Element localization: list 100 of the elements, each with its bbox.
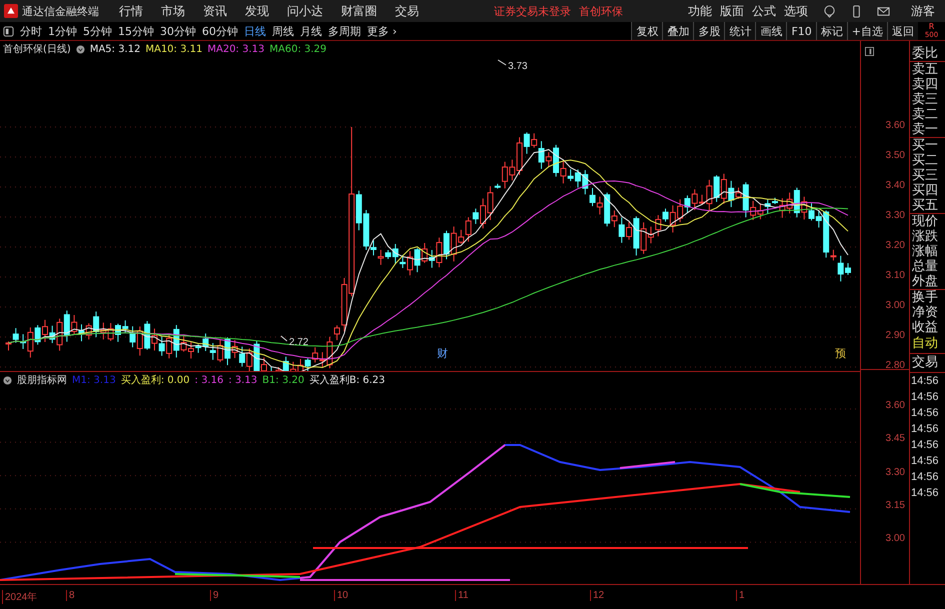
notice-text: 证券交易未登录 — [494, 4, 571, 18]
period-tab[interactable]: 多周期 — [325, 22, 364, 40]
time-label: 1 — [736, 590, 745, 601]
time-label: 8 — [66, 590, 75, 601]
menu-item[interactable]: 发现 — [245, 2, 269, 20]
axis-label: 2.80 — [886, 360, 905, 371]
toolbar-button[interactable]: F10 — [786, 22, 816, 40]
period-tab[interactable]: 分时 — [17, 22, 45, 40]
legend-item: M1: 3.13 — [72, 374, 116, 386]
quote-label: 总量 — [911, 259, 939, 274]
quote-label: 买四 — [911, 183, 939, 198]
trade-time: 14:56 — [910, 374, 940, 389]
quote-label: 卖三 — [911, 92, 939, 107]
menu-item[interactable]: 公式 — [752, 2, 776, 20]
low-price-label: 2.72 — [289, 337, 308, 348]
trade-tab[interactable]: 交易 — [910, 354, 945, 373]
settings-icon[interactable] — [76, 44, 85, 54]
time-label: 10 — [334, 590, 348, 601]
axis-label: 3.30 — [886, 466, 905, 478]
quote-label: 委比 — [910, 46, 945, 62]
toolbar-button[interactable]: 返回 — [887, 22, 918, 40]
toolbar-button[interactable]: 多股 — [693, 22, 724, 40]
time-label: 11 — [455, 590, 468, 601]
axis-label: 3.10 — [886, 270, 905, 281]
menu-item[interactable]: 选项 — [784, 2, 808, 20]
logo-icon — [4, 4, 18, 18]
menu-item[interactable]: 资讯 — [203, 2, 227, 20]
corner-label: R — [928, 23, 934, 31]
period-tab[interactable]: 60分钟 — [199, 22, 241, 40]
trade-time: 14:56 — [910, 390, 940, 405]
menu-item[interactable]: 版面 — [720, 2, 744, 20]
quote-label: 买五 — [910, 198, 945, 214]
trade-time: 14:56 — [910, 486, 940, 501]
quote-label: 买二 — [911, 153, 939, 168]
menu-item[interactable]: 交易 — [395, 2, 419, 20]
period-tab[interactable]: 周线 — [269, 22, 297, 40]
menu-item[interactable]: 功能 — [688, 2, 712, 20]
mail-icon[interactable] — [877, 4, 890, 18]
panel-toggle-icon[interactable] — [3, 26, 14, 36]
trade-time: 14:56 — [910, 470, 940, 485]
chart-title: 首创环保(日线) — [3, 42, 71, 56]
quote-label: 买一 — [911, 138, 939, 153]
toolbar-button[interactable]: +自选 — [846, 22, 887, 40]
period-tab[interactable]: 1分钟 — [45, 22, 80, 40]
quote-label: 涨幅 — [911, 244, 939, 259]
legend-item: B1: 3.20 — [262, 374, 304, 386]
axis-label: 3.00 — [886, 533, 905, 544]
axis-label: 3.00 — [886, 300, 905, 311]
axis-label: 3.45 — [886, 433, 905, 444]
toolbar-button[interactable]: 复权 — [631, 22, 662, 40]
quote-label: 收益 — [911, 320, 939, 335]
menu-item[interactable]: 财富圈 — [341, 2, 377, 20]
menu-item[interactable]: 行情 — [119, 2, 143, 20]
quote-label: 换手 — [911, 290, 939, 305]
axis-label: 3.15 — [886, 500, 905, 512]
period-tab[interactable]: 更多 › — [364, 22, 400, 40]
quote-label: 现价 — [911, 214, 939, 229]
trade-time: 14:56 — [910, 454, 940, 469]
leader-line — [280, 336, 288, 342]
legend-item: 买入盈利: 0.00 — [120, 374, 190, 387]
quote-label: 卖四 — [911, 77, 939, 92]
settings-icon[interactable] — [3, 376, 12, 384]
quote-label: 卖二 — [911, 107, 939, 122]
period-tab[interactable]: 5分钟 — [80, 22, 115, 40]
quote-label: 买三 — [911, 168, 939, 183]
event-marker: 预 — [835, 347, 846, 360]
quote-label: 净资 — [911, 305, 939, 320]
trade-time: 14:56 — [910, 422, 940, 437]
period-tab[interactable]: 15分钟 — [115, 22, 157, 40]
toolbar-button[interactable]: 画线 — [755, 22, 786, 40]
axis-label: 2.90 — [886, 330, 905, 341]
toolbar-button[interactable]: 统计 — [724, 22, 756, 40]
quote-label: 涨跌 — [911, 229, 939, 244]
window-icon[interactable] — [865, 47, 874, 56]
axis-label: 3.20 — [886, 240, 905, 251]
trade-time: 14:56 — [910, 406, 940, 421]
period-tab[interactable]: 月线 — [297, 22, 325, 40]
event-marker: 财 — [437, 347, 448, 360]
period-tab[interactable]: 30分钟 — [157, 22, 199, 40]
axis-label: 3.60 — [886, 400, 905, 412]
notice-text: 首创环保 — [579, 4, 623, 18]
time-label: 12 — [590, 590, 604, 601]
axis-label: 3.40 — [886, 180, 905, 191]
quote-label: 外盘 — [910, 274, 945, 290]
menu-item[interactable]: 市场 — [161, 2, 185, 20]
menu-item[interactable]: 问小达 — [287, 2, 323, 20]
toolbar-button[interactable]: 叠加 — [662, 22, 694, 40]
legend-item: MA5: 3.12 — [90, 44, 140, 54]
time-label: 9 — [210, 590, 219, 601]
user-label[interactable]: 游客 — [911, 2, 935, 20]
legend-item: MA60: 3.29 — [270, 44, 327, 54]
auto-tab[interactable]: 自动 — [910, 335, 945, 354]
toolbar-button[interactable]: 标记 — [816, 22, 847, 40]
period-tab[interactable]: 日线 — [241, 22, 269, 40]
legend-item: : 3.16 — [194, 374, 224, 386]
legend-item: MA10: 3.11 — [145, 44, 202, 54]
axis-label: 3.60 — [886, 120, 905, 131]
legend-item: MA20: 3.13 — [207, 44, 264, 54]
legend-item: 买入盈利B: 6.23 — [309, 374, 386, 387]
trade-time: 14:56 — [910, 438, 940, 453]
